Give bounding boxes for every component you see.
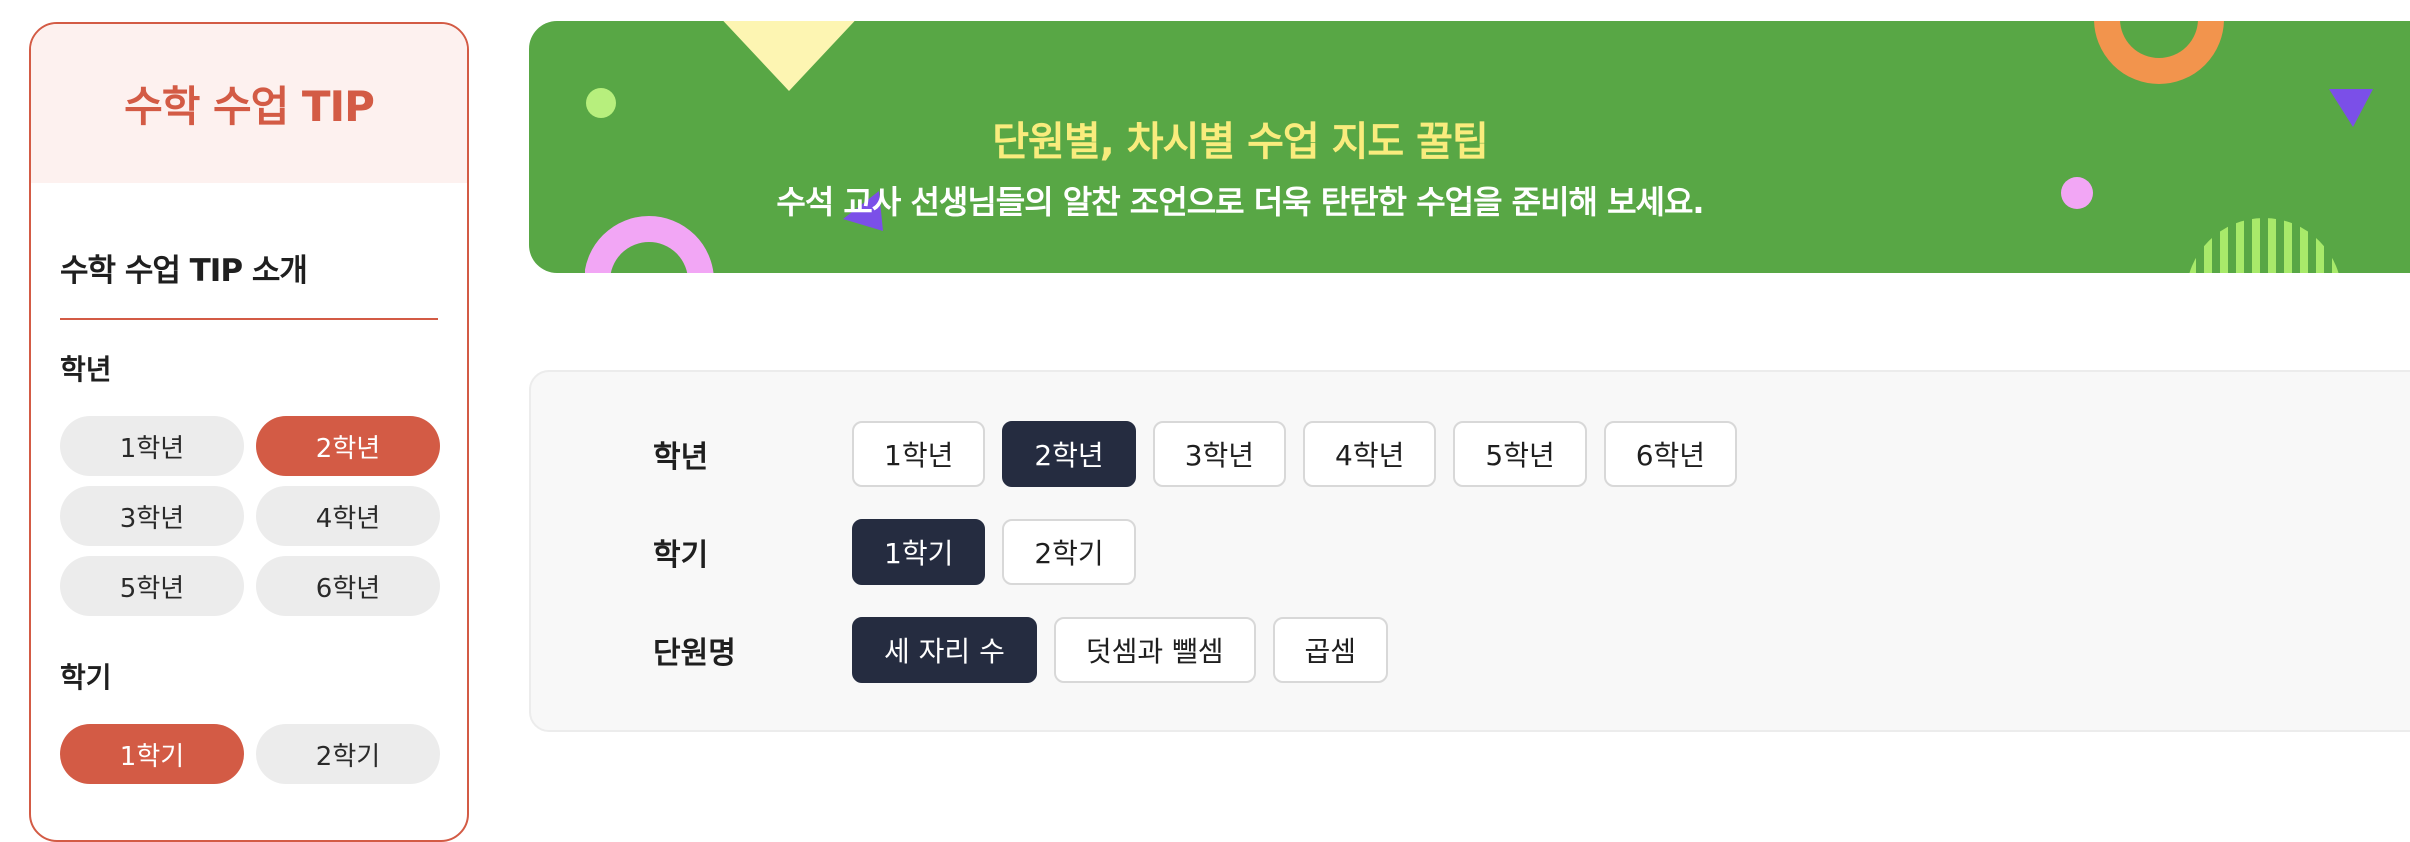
pink-dot-shape — [2061, 177, 2093, 209]
banner-title: 단원별, 차시별 수업 지도 꿀팁 — [992, 119, 1489, 165]
sidebar-grade-3-button[interactable]: 3학년 — [60, 486, 244, 546]
sidebar-grade-1-button[interactable]: 1학년 — [60, 416, 244, 476]
filter-semester-options: 1학기 2학기 — [852, 519, 1136, 585]
filter-unit-add-subtract-button[interactable]: 덧셈과 뺄셈 — [1053, 617, 1256, 683]
sidebar-grade-4-button[interactable]: 4학년 — [256, 486, 440, 546]
filter-grade-6-button[interactable]: 6학년 — [1603, 421, 1738, 487]
filter-grade-label: 학년 — [653, 440, 709, 475]
banner-subtitle: 수석 교사 선생님들의 알찬 조언으로 더욱 탄탄한 수업을 준비해 보세요. — [776, 183, 1704, 221]
yellow-diamond-shape — [723, 21, 855, 91]
hero-banner: 단원별, 차시별 수업 지도 꿀팁 수석 교사 선생님들의 알찬 조언으로 더욱… — [529, 21, 2410, 273]
sidebar-grade-5-button[interactable]: 5학년 — [60, 556, 244, 616]
sidebar-semester-label: 학기 — [60, 661, 112, 694]
filter-unit-options: 세 자리 수 덧셈과 뺄셈 곱셈 — [852, 617, 1389, 683]
filter-panel: 학년 1학년 2학년 3학년 4학년 5학년 6학년 학기 1학기 2학기 단원… — [529, 370, 2410, 732]
sidebar-grade-options: 1학년 2학년 3학년 4학년 5학년 6학년 — [60, 416, 440, 616]
filter-grade-3-button[interactable]: 3학년 — [1152, 421, 1287, 487]
sidebar-semester-2-button[interactable]: 2학기 — [256, 724, 440, 784]
filter-grade-4-button[interactable]: 4학년 — [1303, 421, 1437, 487]
filter-unit-label: 단원명 — [653, 636, 736, 671]
filter-semester-1-button[interactable]: 1학기 — [852, 519, 986, 585]
filter-semester-label: 학기 — [653, 538, 709, 573]
sidebar-title: 수학 수업 TIP — [124, 82, 375, 131]
sidebar-grade-label: 학년 — [60, 353, 112, 386]
filter-unit-three-digit-button[interactable]: 세 자리 수 — [852, 617, 1037, 683]
striped-half-circle-shape — [2188, 218, 2340, 273]
sidebar: 수학 수업 TIP 수학 수업 TIP 소개 학년 1학년 2학년 3학년 4학… — [29, 22, 469, 842]
orange-ring-shape — [2094, 21, 2224, 84]
filter-grade-2-button[interactable]: 2학년 — [1002, 421, 1136, 487]
filter-grade-options: 1학년 2학년 3학년 4학년 5학년 6학년 — [852, 421, 1738, 487]
purple-triangle-right-shape — [2329, 89, 2373, 127]
sidebar-body: 수학 수업 TIP 소개 학년 1학년 2학년 3학년 4학년 5학년 6학년 … — [31, 183, 467, 784]
sidebar-intro-link[interactable]: 수학 수업 TIP 소개 — [60, 183, 438, 320]
filter-unit-multiply-button[interactable]: 곱셈 — [1272, 617, 1389, 683]
sidebar-grade-2-button[interactable]: 2학년 — [256, 416, 440, 476]
sidebar-header: 수학 수업 TIP — [31, 24, 467, 183]
filter-grade-1-button[interactable]: 1학년 — [852, 421, 986, 487]
sidebar-grade-6-button[interactable]: 6학년 — [256, 556, 440, 616]
filter-semester-2-button[interactable]: 2학기 — [1002, 519, 1136, 585]
sidebar-semester-options: 1학기 2학기 — [60, 724, 440, 784]
filter-grade-5-button[interactable]: 5학년 — [1453, 421, 1587, 487]
sidebar-semester-1-button[interactable]: 1학기 — [60, 724, 244, 784]
